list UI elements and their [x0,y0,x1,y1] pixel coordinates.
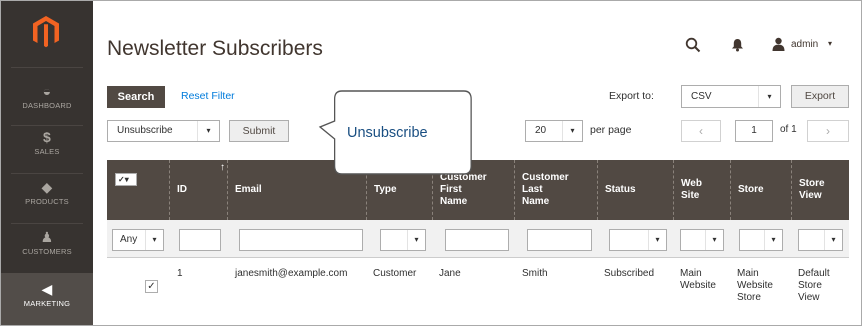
column-header-select[interactable]: ✓▾ [107,160,169,220]
column-header-id[interactable]: ID ↑ [169,160,227,220]
sort-arrow-icon: ↑ [220,162,225,173]
chevron-down-icon: ▾ [764,230,782,250]
bell-icon[interactable] [731,38,744,52]
column-label: ID [177,184,187,195]
sidebar-item-label: CUSTOMERS [22,247,72,256]
filter-status-select[interactable]: ▾ [609,229,667,251]
chevron-down-icon: ▾ [197,121,219,141]
column-label: Customer Last Name [522,172,569,207]
chevron-down-icon: ▾ [562,121,582,141]
filter-first-name-input[interactable] [445,229,509,251]
sidebar-divider [11,223,83,224]
filter-email-input[interactable] [239,229,363,251]
cell-store-view: Default Store View [798,268,830,303]
submit-button[interactable]: Submit [229,120,289,142]
column-label: Status [605,184,636,195]
person-icon: ♟ [40,229,54,245]
column-header-last-name[interactable]: Customer Last Name [514,160,597,220]
mass-action-value: Unsubscribe [117,125,173,136]
sidebar-item-marketing[interactable]: ◀ MARKETING [1,273,93,325]
export-button[interactable]: Export [791,85,849,108]
filter-type-select[interactable]: ▾ [380,229,426,251]
sidebar-divider [11,173,83,174]
cell-website: Main Website [680,268,716,291]
cell-last-name: Smith [522,268,548,279]
chevron-down-icon: ▾ [648,230,666,250]
export-format-select[interactable]: CSV ▾ [681,85,781,108]
per-page-label: per page [590,124,632,136]
sidebar-item-label: PRODUCTS [25,197,69,206]
sidebar-item-label: DASHBOARD [22,101,72,110]
admin-sidebar: ◒ DASHBOARD $ SALES ◆ PRODUCTS ♟ CUSTOME… [1,1,93,325]
grid-filter-row: Any ▾ ▾ ▾ ▾ ▾ ▾ [107,220,849,258]
column-label: Store [738,184,764,195]
callout-label: Unsubscribe [347,125,428,141]
user-icon[interactable] [772,37,785,51]
column-header-store-view[interactable]: Store View [791,160,849,220]
previous-page-button[interactable]: ‹ [681,120,721,142]
page-total-label: of 1 [780,124,797,135]
cell-id: 1 [177,268,183,279]
column-label: Email [235,184,262,195]
mass-action-select[interactable]: Unsubscribe ▾ [107,120,220,142]
chevron-down-icon: ▾ [145,230,163,250]
sidebar-divider [11,67,83,68]
mass-select-checkbox[interactable]: ✓▾ [115,173,137,186]
sidebar-item-label: MARKETING [23,299,71,308]
sidebar-item-label: SALES [34,147,60,156]
sidebar-item-dashboard[interactable]: ◒ DASHBOARD [1,83,93,129]
per-page-value: 20 [535,125,547,136]
column-label: Store View [799,178,825,201]
dashboard-icon: ◒ [42,83,52,99]
chevron-down-icon[interactable]: ▾ [828,39,832,48]
row-select-checkbox[interactable]: ✓ [145,280,158,293]
chevron-down-icon: ▾ [824,230,842,250]
filter-store-select[interactable]: ▾ [739,229,783,251]
table-row[interactable]: ✓ 1 janesmith@example.com Customer Jane … [107,258,849,320]
search-icon[interactable] [685,37,701,53]
megaphone-icon: ◀ [41,281,53,297]
reset-filter-link[interactable]: Reset Filter [181,90,235,102]
search-button[interactable]: Search [107,86,165,108]
next-page-button[interactable]: › [807,120,849,142]
grid-header-row: ✓▾ ID ↑ Email Type Customer First Name Cus… [107,160,849,220]
export-to-label: Export to: [609,90,654,102]
column-label: Type [374,184,397,195]
filter-last-name-input[interactable] [527,229,592,251]
filter-any-value: Any [120,234,138,245]
sidebar-item-customers[interactable]: ♟ CUSTOMERS [1,229,93,275]
filter-select-any[interactable]: Any ▾ [112,229,164,251]
sidebar-item-products[interactable]: ◆ PRODUCTS [1,179,93,225]
cube-icon: ◆ [41,179,53,195]
magento-logo-icon[interactable] [31,15,61,49]
cell-email: janesmith@example.com [235,268,348,279]
column-label: Web Site [681,178,702,201]
column-label: Customer First Name [440,172,487,207]
dollar-icon: $ [43,129,51,145]
cell-store: Main Website Store [737,268,773,303]
cell-status: Subscribed [604,268,655,279]
cell-first-name: Jane [439,268,461,279]
sidebar-divider [11,125,83,126]
filter-website-select[interactable]: ▾ [680,229,724,251]
column-header-store[interactable]: Store [730,160,791,220]
per-page-select[interactable]: 20 ▾ [525,120,583,142]
page-title: Newsletter Subscribers [107,37,323,60]
filter-store-view-select[interactable]: ▾ [798,229,843,251]
chevron-down-icon: ▾ [705,230,723,250]
admin-user-menu[interactable]: admin [791,39,818,50]
app-frame: ◒ DASHBOARD $ SALES ◆ PRODUCTS ♟ CUSTOME… [0,0,862,326]
filter-id-input[interactable] [179,229,221,251]
column-header-website[interactable]: Web Site [673,160,730,220]
cell-type: Customer [373,268,417,279]
chevron-down-icon: ▾ [407,230,425,250]
column-header-status[interactable]: Status [597,160,673,220]
export-format-value: CSV [691,91,712,102]
sidebar-item-sales[interactable]: $ SALES [1,129,93,175]
chevron-down-icon: ▾ [758,86,780,107]
page-number-input[interactable]: 1 [735,120,773,142]
